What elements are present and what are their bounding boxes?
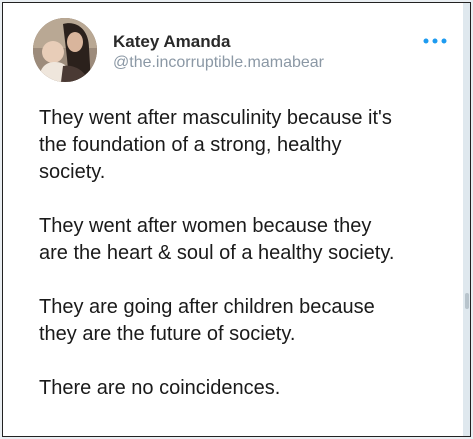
more-options-button[interactable]	[422, 34, 448, 48]
tweet-paragraph-1: They went after masculinity because it's…	[39, 107, 392, 183]
tweet-paragraph-4: There are no coincidences.	[39, 377, 281, 399]
tweet-header: Katey Amanda @the.incorruptible.mamabear	[33, 18, 453, 82]
scrollbar[interactable]	[463, 3, 470, 436]
profile-photo-icon	[33, 18, 97, 82]
tweet-paragraph-3: They are going after children because th…	[39, 296, 375, 345]
tweet-paragraph-2: They went after women because they are t…	[39, 215, 395, 264]
tweet-text: They went after masculinity because it's…	[39, 105, 459, 402]
more-options-icon	[423, 38, 447, 44]
author-avatar[interactable]	[33, 18, 97, 82]
scrollbar-thumb[interactable]	[465, 293, 469, 309]
author-name[interactable]: Katey Amanda	[113, 32, 230, 52]
tweet-card: Katey Amanda @the.incorruptible.mamabear…	[2, 2, 471, 437]
author-handle[interactable]: @the.incorruptible.mamabear	[113, 54, 324, 72]
